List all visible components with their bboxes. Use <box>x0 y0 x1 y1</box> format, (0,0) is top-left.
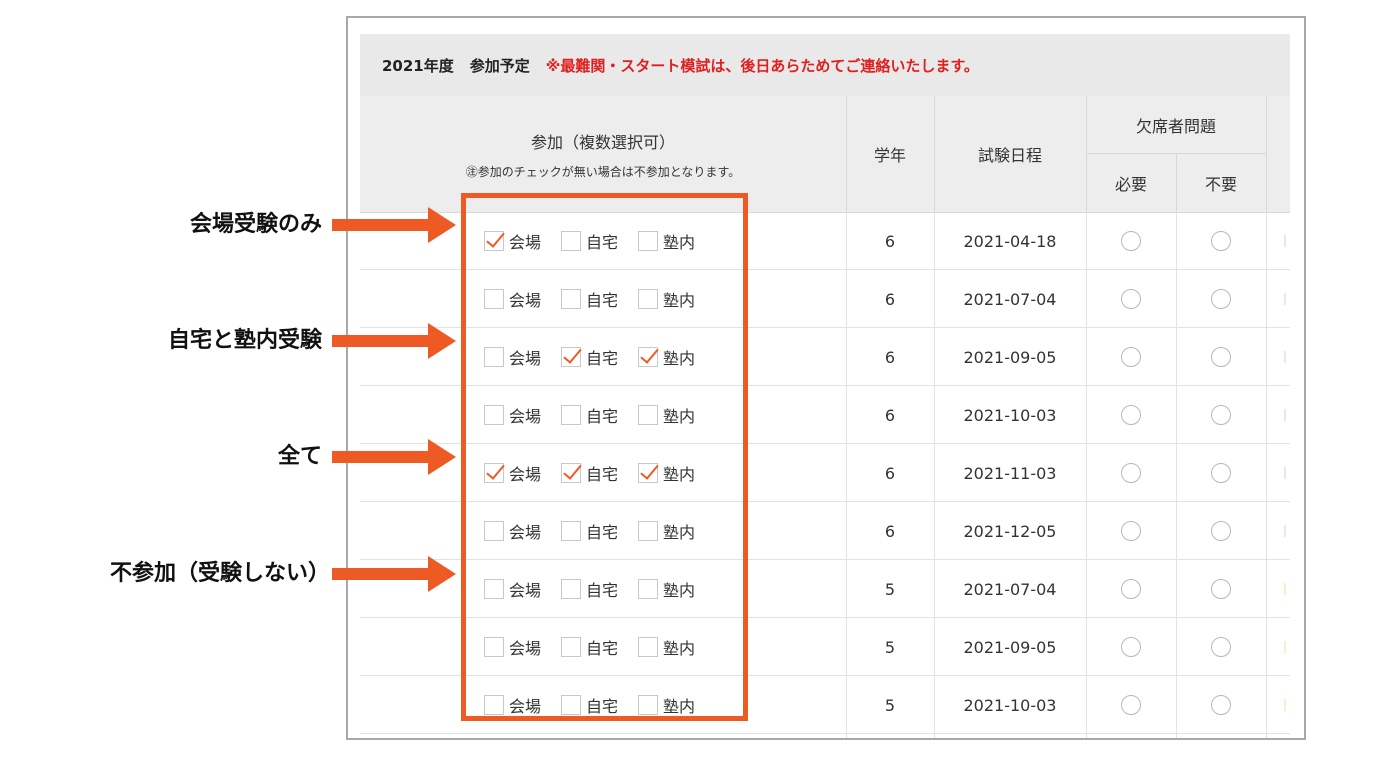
grade-cell: 6 <box>884 521 896 541</box>
needed-header: 必要 <box>1114 175 1147 194</box>
not-needed-radio[interactable] <box>1211 463 1231 483</box>
needed-radio[interactable] <box>1121 289 1141 309</box>
not-needed-radio-cell <box>1176 212 1266 270</box>
grade-cell: 6 <box>884 463 896 483</box>
grade-header-label: 学年 <box>873 146 906 165</box>
not-needed-radio-cell <box>1176 502 1266 560</box>
edge-marker <box>1284 583 1286 595</box>
needed-radio-cell <box>1086 560 1176 618</box>
arrow-icon <box>332 207 456 243</box>
edge-marker <box>1284 467 1286 479</box>
annotation-home-and-school: 自宅と塾内受験 <box>167 328 322 353</box>
needed-radio-cell <box>1086 386 1176 444</box>
grade-header: 学年 <box>846 96 934 212</box>
not-needed-radio-cell <box>1176 676 1266 734</box>
absent-header: 欠席者問題 <box>1086 96 1266 154</box>
edge-marker <box>1284 525 1286 537</box>
date-cell: 2021-07-04 <box>963 579 1057 599</box>
grade-cell: 5 <box>884 637 896 657</box>
edge-marker <box>1284 641 1286 653</box>
participation-header-label: 参加（複数選択可） <box>530 132 675 152</box>
not-needed-radio-cell <box>1176 270 1266 328</box>
not-needed-radio[interactable] <box>1211 579 1231 599</box>
notice-text: ※最難関・スタート模試は、後日あらためてご連絡いたします。 <box>545 56 979 75</box>
date-cell: 2021-07-04 <box>963 289 1057 309</box>
arrow-icon <box>332 439 456 475</box>
edge-marker <box>1284 293 1286 305</box>
needed-radio-cell <box>1086 444 1176 502</box>
date-cell: 2021-10-03 <box>963 405 1057 425</box>
not-needed-radio[interactable] <box>1211 231 1231 251</box>
arrow-icon <box>332 556 456 592</box>
needed-radio-cell <box>1086 618 1176 676</box>
grade-cell: 6 <box>884 405 896 425</box>
needed-radio-cell <box>1086 676 1176 734</box>
edge-marker <box>1284 351 1286 363</box>
not-needed-header: 不要 <box>1204 175 1237 194</box>
checkbox-highlight-frame <box>461 193 748 721</box>
date-header: 試験日程 <box>934 96 1086 212</box>
participation-note: ㊟参加のチェックが無い場合は不参加となります。 <box>465 164 741 179</box>
needed-radio[interactable] <box>1121 231 1141 251</box>
needed-radio-cell <box>1086 270 1176 328</box>
edge-marker <box>1284 235 1286 247</box>
not-needed-radio-cell <box>1176 328 1266 386</box>
needed-radio[interactable] <box>1121 579 1141 599</box>
not-needed-radio-cell <box>1176 386 1266 444</box>
schedule-title: 参加予定 <box>469 56 530 75</box>
needed-radio[interactable] <box>1121 695 1141 715</box>
not-needed-radio-cell <box>1176 444 1266 502</box>
needed-radio-cell <box>1086 212 1176 270</box>
date-cell: 2021-09-05 <box>963 347 1057 367</box>
needed-radio[interactable] <box>1121 405 1141 425</box>
not-needed-radio-cell <box>1176 618 1266 676</box>
not-needed-radio[interactable] <box>1211 347 1231 367</box>
needed-radio-cell <box>1086 502 1176 560</box>
grade-cell: 6 <box>884 347 896 367</box>
not-needed-radio[interactable] <box>1211 289 1231 309</box>
fiscal-year: 2021年度 <box>382 56 454 75</box>
date-cell: 2021-12-05 <box>963 521 1057 541</box>
grade-cell: 5 <box>884 695 896 715</box>
needed-radio[interactable] <box>1121 521 1141 541</box>
needed-radio[interactable] <box>1121 637 1141 657</box>
date-cell: 2021-04-18 <box>963 231 1057 251</box>
not-needed-radio[interactable] <box>1211 405 1231 425</box>
needed-radio[interactable] <box>1121 463 1141 483</box>
not-needed-radio-cell <box>1176 560 1266 618</box>
annotation-venue-only: 会場受験のみ <box>189 212 322 237</box>
grade-cell: 6 <box>884 231 896 251</box>
edge-marker <box>1284 409 1286 421</box>
not-needed-radio[interactable] <box>1211 637 1231 657</box>
needed-radio[interactable] <box>1121 347 1141 367</box>
edge-marker <box>1284 699 1286 711</box>
table-title-bar: 2021年度 参加予定 ※最難関・スタート模試は、後日あらためてご連絡いたします… <box>360 34 1290 96</box>
date-cell: 2021-10-03 <box>963 695 1057 715</box>
arrow-icon <box>332 323 456 359</box>
grade-cell: 5 <box>884 579 896 599</box>
date-cell: 2021-09-05 <box>963 637 1057 657</box>
needed-radio-cell <box>1086 328 1176 386</box>
grade-cell: 6 <box>884 289 896 309</box>
annotation-all: 全て <box>277 444 322 469</box>
date-header-label: 試験日程 <box>977 146 1042 165</box>
annotation-not-participating: 不参加（受験しない） <box>109 561 330 586</box>
date-cell: 2021-11-03 <box>963 463 1057 483</box>
not-needed-radio[interactable] <box>1211 695 1231 715</box>
not-needed-radio[interactable] <box>1211 521 1231 541</box>
